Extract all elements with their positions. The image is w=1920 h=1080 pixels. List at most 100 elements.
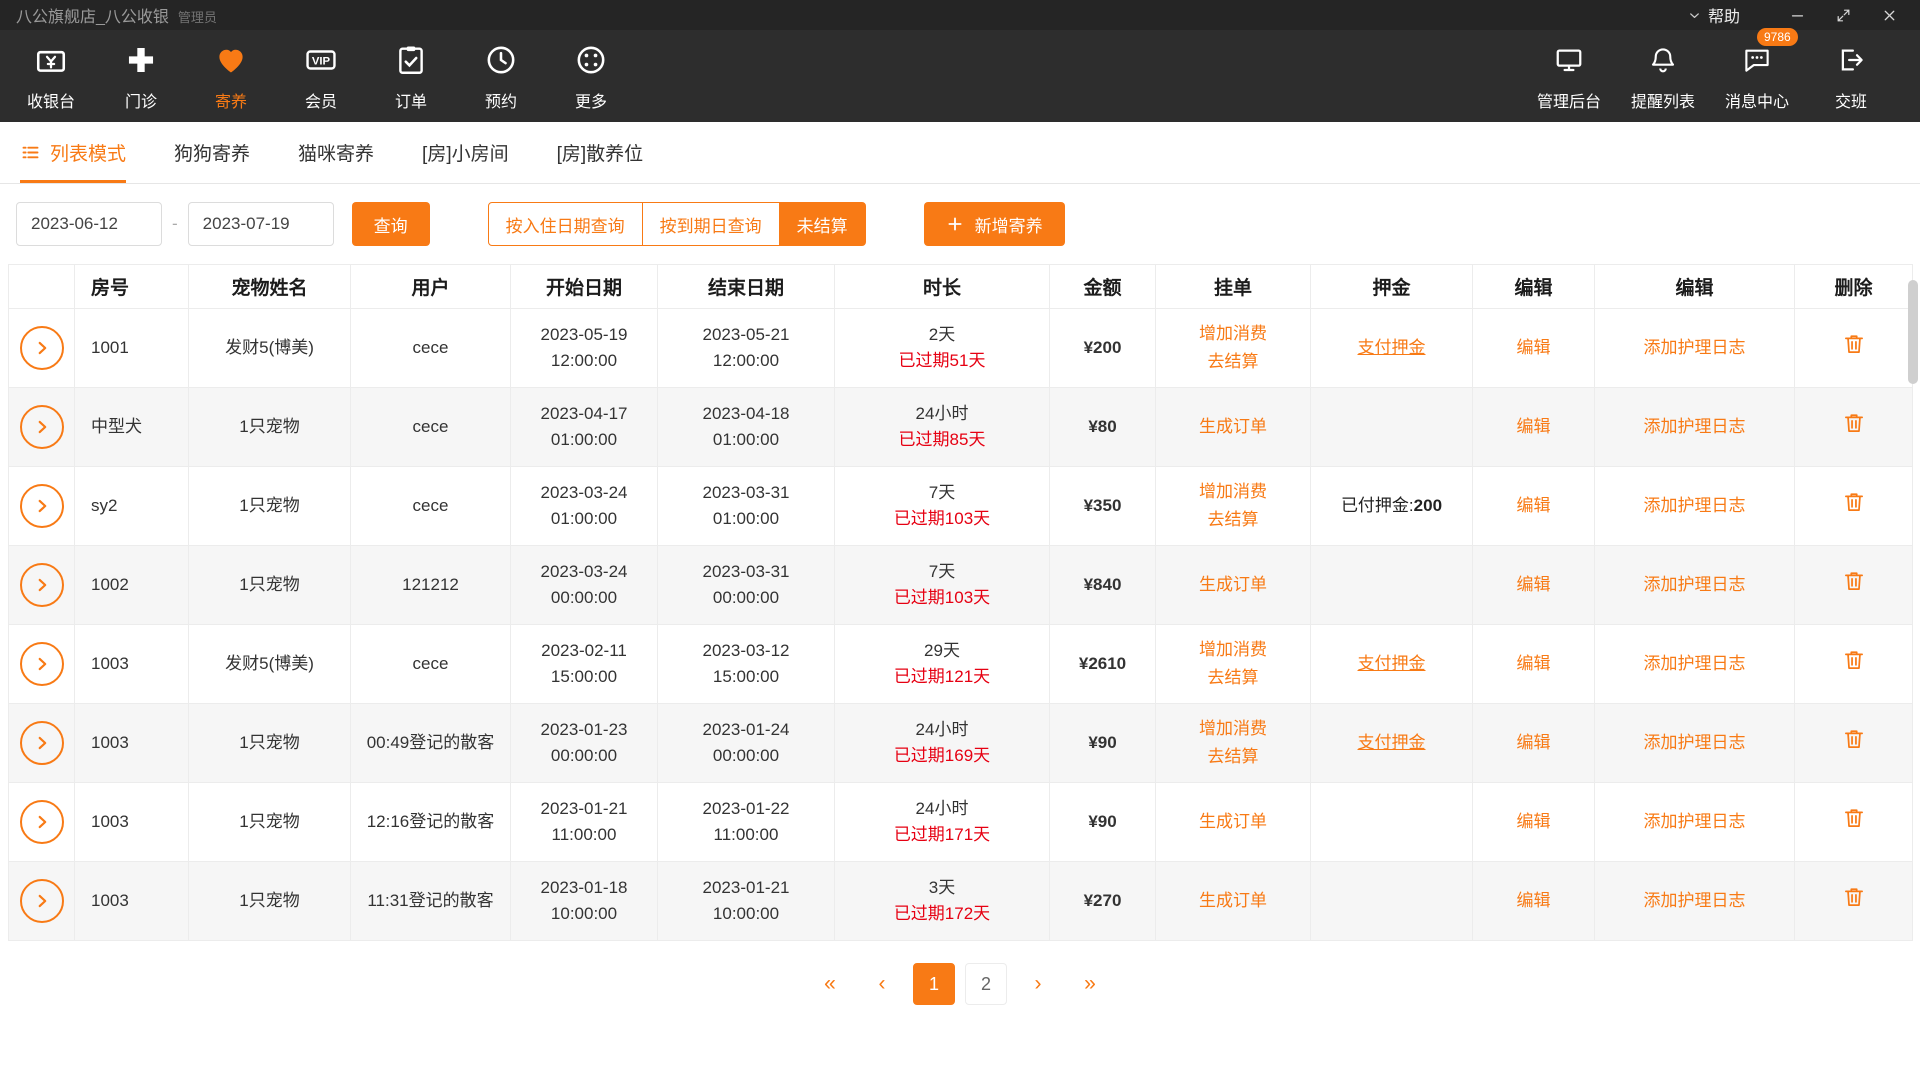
nav-item-reminder[interactable]: 提醒列表 bbox=[1616, 40, 1710, 112]
start-date: 2023-01-1810:00:00 bbox=[511, 862, 658, 941]
care-log-link[interactable]: 添加护理日志 bbox=[1644, 575, 1746, 594]
user-name[interactable]: cece bbox=[351, 467, 511, 546]
edit-link[interactable]: 编辑 bbox=[1517, 338, 1551, 357]
add-boarding-button[interactable]: 新增寄养 bbox=[924, 202, 1065, 246]
user-name[interactable]: cece bbox=[351, 309, 511, 388]
tab-open-area[interactable]: [房]散养位 bbox=[557, 122, 644, 183]
by-checkin-date-button[interactable]: 按入住日期查询 bbox=[488, 202, 643, 246]
nav-item-clinic[interactable]: 门诊 bbox=[96, 40, 186, 112]
edit-link[interactable]: 编辑 bbox=[1517, 812, 1551, 831]
close-button[interactable] bbox=[1866, 0, 1912, 30]
nav-item-appointment[interactable]: 预约 bbox=[456, 40, 546, 112]
order-action-link[interactable]: 去结算 bbox=[1156, 743, 1310, 771]
tab-cat-boarding[interactable]: 猫咪寄养 bbox=[298, 122, 374, 183]
scrollbar-thumb[interactable] bbox=[1908, 280, 1918, 384]
nav-item-boarding[interactable]: 寄养 bbox=[186, 40, 276, 112]
care-log-link[interactable]: 添加护理日志 bbox=[1644, 338, 1746, 357]
care-log-link[interactable]: 添加护理日志 bbox=[1644, 891, 1746, 910]
table-header-row: 房号宠物姓名用户开始日期结束日期时长金额挂单押金编辑编辑删除 bbox=[9, 265, 1913, 309]
trash-icon[interactable] bbox=[1841, 726, 1867, 752]
order-action-link[interactable]: 去结算 bbox=[1156, 506, 1310, 534]
table-row: 1003发财5(博美)cece2023-02-1115:00:002023-03… bbox=[9, 625, 1913, 704]
edit-link[interactable]: 编辑 bbox=[1517, 891, 1551, 910]
prev-page-button[interactable]: ‹ bbox=[861, 963, 903, 1005]
care-log-link[interactable]: 添加护理日志 bbox=[1644, 654, 1746, 673]
care-log-link[interactable]: 添加护理日志 bbox=[1644, 812, 1746, 831]
edit-link[interactable]: 编辑 bbox=[1517, 496, 1551, 515]
expand-row-button[interactable] bbox=[20, 879, 64, 923]
care-log-link[interactable]: 添加护理日志 bbox=[1644, 417, 1746, 436]
edit-link[interactable]: 编辑 bbox=[1517, 417, 1551, 436]
page-button-1[interactable]: 1 bbox=[913, 963, 955, 1005]
trash-icon[interactable] bbox=[1841, 331, 1867, 357]
order-action-link[interactable]: 增加消费 bbox=[1156, 320, 1310, 348]
order-action-link[interactable]: 生成订单 bbox=[1156, 413, 1310, 441]
nav-item-order[interactable]: 订单 bbox=[366, 40, 456, 112]
unsettled-button[interactable]: 未结算 bbox=[779, 202, 866, 246]
order-action-link[interactable]: 去结算 bbox=[1156, 664, 1310, 692]
user-name[interactable]: cece bbox=[351, 388, 511, 467]
expand-row-button[interactable] bbox=[20, 563, 64, 607]
expand-row-button[interactable] bbox=[20, 800, 64, 844]
nav-label: 寄养 bbox=[215, 88, 247, 112]
user-name[interactable]: cece bbox=[351, 625, 511, 704]
order-action-link[interactable]: 增加消费 bbox=[1156, 715, 1310, 743]
first-page-button[interactable]: « bbox=[809, 963, 851, 1005]
order-icon bbox=[391, 40, 431, 80]
edit-link[interactable]: 编辑 bbox=[1517, 654, 1551, 673]
date-from-input[interactable] bbox=[16, 202, 162, 246]
nav-item-admin[interactable]: 管理后台 bbox=[1522, 40, 1616, 112]
room-number: 中型犬 bbox=[75, 388, 189, 467]
order-action-link[interactable]: 生成订单 bbox=[1156, 571, 1310, 599]
next-page-button[interactable]: › bbox=[1017, 963, 1059, 1005]
care-log-link[interactable]: 添加护理日志 bbox=[1644, 496, 1746, 515]
edit-link[interactable]: 编辑 bbox=[1517, 733, 1551, 752]
trash-icon[interactable] bbox=[1841, 568, 1867, 594]
expand-row-button[interactable] bbox=[20, 721, 64, 765]
tab-list-mode[interactable]: 列表模式 bbox=[20, 122, 126, 183]
edit-link[interactable]: 编辑 bbox=[1517, 575, 1551, 594]
order-action-link[interactable]: 增加消费 bbox=[1156, 478, 1310, 506]
help-label: 帮助 bbox=[1708, 3, 1740, 27]
expand-row-button[interactable] bbox=[20, 484, 64, 528]
pay-deposit-link[interactable]: 支付押金 bbox=[1358, 654, 1426, 673]
nav-item-shift[interactable]: 交班 bbox=[1804, 40, 1898, 112]
expired-label: 已过期171天 bbox=[835, 822, 1049, 848]
vertical-scrollbar[interactable] bbox=[1908, 264, 1918, 940]
order-action-link[interactable]: 生成订单 bbox=[1156, 808, 1310, 836]
date-to-input[interactable] bbox=[188, 202, 334, 246]
minimize-button[interactable] bbox=[1774, 0, 1820, 30]
nav-item-member[interactable]: VIP会员 bbox=[276, 40, 366, 112]
help-button[interactable]: 帮助 bbox=[1687, 3, 1740, 27]
edit-cell: 编辑 bbox=[1473, 309, 1595, 388]
pay-deposit-link[interactable]: 支付押金 bbox=[1358, 338, 1426, 357]
trash-icon[interactable] bbox=[1841, 489, 1867, 515]
nav-label: 消息中心 bbox=[1725, 88, 1789, 112]
trash-icon[interactable] bbox=[1841, 647, 1867, 673]
nav-item-message[interactable]: 9786消息中心 bbox=[1710, 40, 1804, 112]
query-button[interactable]: 查询 bbox=[352, 202, 430, 246]
trash-icon[interactable] bbox=[1841, 884, 1867, 910]
edit-cell: 编辑 bbox=[1473, 783, 1595, 862]
trash-icon[interactable] bbox=[1841, 410, 1867, 436]
maximize-button[interactable] bbox=[1820, 0, 1866, 30]
expand-row-button[interactable] bbox=[20, 642, 64, 686]
tab-dog-boarding[interactable]: 狗狗寄养 bbox=[174, 122, 250, 183]
care-log-link[interactable]: 添加护理日志 bbox=[1644, 733, 1746, 752]
care-log-cell: 添加护理日志 bbox=[1595, 704, 1795, 783]
page-button-2[interactable]: 2 bbox=[965, 963, 1007, 1005]
expand-row-button[interactable] bbox=[20, 326, 64, 370]
trash-icon[interactable] bbox=[1841, 805, 1867, 831]
pay-deposit-link[interactable]: 支付押金 bbox=[1358, 733, 1426, 752]
order-action-link[interactable]: 增加消费 bbox=[1156, 636, 1310, 664]
boarding-icon bbox=[211, 40, 251, 80]
order-action-link[interactable]: 去结算 bbox=[1156, 348, 1310, 376]
order-action-link[interactable]: 生成订单 bbox=[1156, 887, 1310, 915]
last-page-button[interactable]: » bbox=[1069, 963, 1111, 1005]
nav-item-cashier[interactable]: 收银台 bbox=[6, 40, 96, 112]
delete-cell bbox=[1795, 467, 1913, 546]
by-due-date-button[interactable]: 按到期日查询 bbox=[642, 202, 780, 246]
nav-item-more[interactable]: 更多 bbox=[546, 40, 636, 112]
tab-small-room[interactable]: [房]小房间 bbox=[422, 122, 509, 183]
expand-row-button[interactable] bbox=[20, 405, 64, 449]
